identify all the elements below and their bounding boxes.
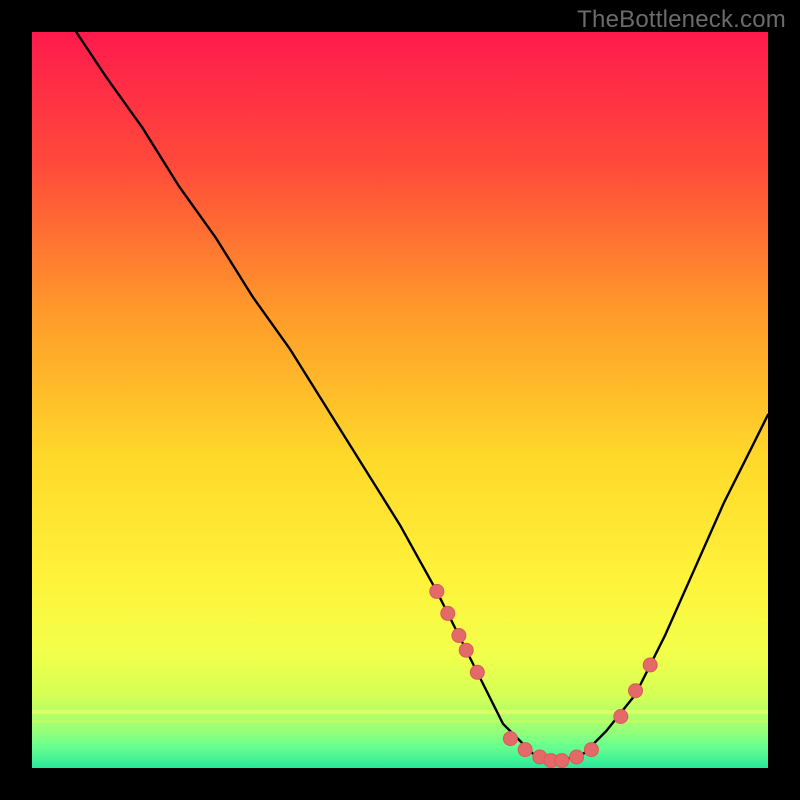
plot-area (32, 32, 768, 768)
marker-point (452, 629, 466, 643)
watermark-text: TheBottleneck.com (577, 6, 786, 34)
marker-point (643, 658, 657, 672)
marker-point (470, 665, 484, 679)
marker-point (584, 743, 598, 757)
marker-point (441, 606, 455, 620)
chart-frame: TheBottleneck.com (0, 0, 800, 800)
marker-point (459, 643, 473, 657)
highlight-markers (430, 584, 657, 767)
marker-point (570, 750, 584, 764)
marker-point (614, 710, 628, 724)
marker-point (629, 684, 643, 698)
bottleneck-curve (32, 32, 768, 768)
marker-point (555, 754, 569, 768)
marker-point (430, 584, 444, 598)
marker-point (518, 743, 532, 757)
marker-point (503, 732, 517, 746)
